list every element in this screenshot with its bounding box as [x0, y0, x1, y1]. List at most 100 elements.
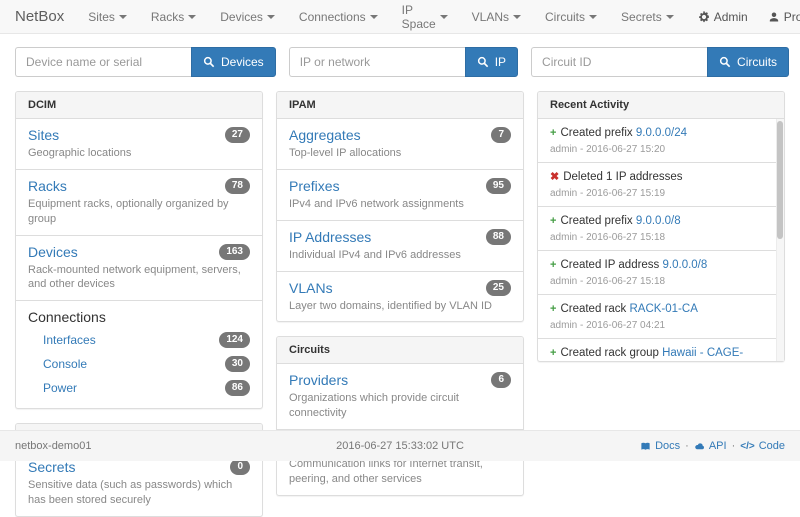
chevron-down-icon	[267, 15, 275, 19]
recent-activity-panel: Recent Activity + Created prefix 9.0.0.0/…	[537, 91, 785, 362]
secrets-count-badge: 0	[230, 459, 250, 475]
list-item-devices: Devices 163 Rack-mounted network equipme…	[16, 235, 262, 301]
prefixes-link[interactable]: Prefixes	[289, 178, 340, 194]
ip-search-button[interactable]: IP	[465, 47, 518, 77]
activity-list[interactable]: + Created prefix 9.0.0.0/24 admin - 2016-…	[538, 119, 784, 361]
chevron-down-icon	[370, 15, 378, 19]
device-search-button-label: Devices	[221, 55, 264, 69]
ip-addresses-link[interactable]: IP Addresses	[289, 229, 371, 245]
circuits-panel-title: Circuits	[277, 337, 523, 364]
api-link[interactable]: API	[694, 440, 727, 452]
scrollbar-thumb[interactable]	[777, 121, 783, 239]
nav-menu-devices[interactable]: Devices	[220, 10, 275, 24]
circuit-search-button-label: Circuits	[737, 55, 777, 69]
plus-icon: +	[550, 127, 556, 139]
nav-menu-racks[interactable]: Racks	[151, 10, 196, 24]
nav-menu-secrets[interactable]: Secrets	[621, 10, 674, 24]
dcim-panel-title: DCIM	[16, 92, 262, 119]
secrets-link[interactable]: Secrets	[28, 459, 75, 475]
brand-link[interactable]: NetBox	[15, 8, 64, 25]
power-link[interactable]: Power	[43, 381, 77, 395]
power-count-badge: 86	[225, 380, 250, 396]
code-icon: </>	[740, 441, 754, 452]
activity-text: Created prefix	[560, 215, 632, 227]
dcim-panel: DCIM Sites 27 Geographic locations Racks…	[15, 91, 263, 409]
nav-menu-label: Sites	[88, 10, 115, 24]
nav-menu-sites[interactable]: Sites	[88, 10, 127, 24]
circuit-search-group: Circuits	[531, 47, 789, 77]
scrollbar-track[interactable]	[776, 119, 784, 361]
racks-link[interactable]: Racks	[28, 178, 67, 194]
connections-row-console: Console 30	[43, 352, 250, 376]
providers-count-badge: 6	[491, 372, 511, 388]
activity-item: +Created rack RACK-01-CA admin - 2016-06…	[538, 294, 784, 338]
aggregates-description: Top-level IP allocations	[289, 146, 511, 161]
devices-link[interactable]: Devices	[28, 244, 78, 260]
ip-search-input[interactable]	[289, 47, 465, 77]
circuit-search-button[interactable]: Circuits	[707, 47, 789, 77]
activity-object-link[interactable]: 9.0.0.0/24	[636, 127, 687, 139]
device-search-button[interactable]: Devices	[191, 47, 276, 77]
console-link[interactable]: Console	[43, 357, 87, 371]
nav-menu-ip-space[interactable]: IP Space	[402, 3, 448, 31]
nav-menu-circuits[interactable]: Circuits	[545, 10, 597, 24]
activity-item: +Created prefix 9.0.0.0/8 admin - 2016-0…	[538, 206, 784, 250]
secrets-description: Sensitive data (such as passwords) which…	[28, 478, 250, 508]
devices-description: Rack-mounted network equipment, servers,…	[28, 263, 250, 293]
activity-text: Created rack group	[560, 347, 658, 359]
plus-icon: +	[550, 259, 556, 271]
chevron-down-icon	[440, 15, 448, 19]
recent-activity-title: Recent Activity	[538, 92, 784, 119]
providers-link[interactable]: Providers	[289, 372, 348, 388]
plus-icon: +	[550, 215, 556, 227]
activity-object-link[interactable]: RACK-01-CA	[629, 303, 697, 315]
circuits-description: Communication links for Internet transit…	[289, 457, 511, 487]
ip-addresses-count-badge: 88	[486, 229, 511, 245]
activity-text: Deleted 1 IP addresses	[563, 171, 682, 183]
nav-menu-vlans[interactable]: VLANs	[472, 10, 521, 24]
list-item-providers: Providers 6 Organizations which provide …	[277, 364, 523, 429]
api-label: API	[709, 440, 727, 452]
column-activity: Recent Activity + Created prefix 9.0.0.0/…	[537, 91, 785, 362]
activity-meta: admin - 2016-06-27 15:19	[550, 188, 764, 199]
vlans-description: Layer two domains, identified by VLAN ID	[289, 299, 511, 314]
separator: ·	[685, 440, 689, 452]
vlans-count-badge: 25	[486, 280, 511, 296]
sites-description: Geographic locations	[28, 146, 250, 161]
connections-row-interfaces: Interfaces 124	[43, 328, 250, 352]
footer: netbox-demo01 2016-06-27 15:33:02 UTC Do…	[0, 430, 800, 461]
profile-link[interactable]: Profile	[768, 10, 800, 24]
activity-object-link[interactable]: 9.0.0.0/8	[663, 259, 708, 271]
nav-menus: Sites Racks Devices Connections IP Space…	[88, 3, 698, 31]
list-item-racks: Racks 78 Equipment racks, optionally org…	[16, 169, 262, 235]
racks-description: Equipment racks, optionally organized by…	[28, 197, 250, 227]
activity-meta: admin - 2016-06-27 15:18	[550, 276, 764, 287]
vlans-link[interactable]: VLANs	[289, 280, 333, 296]
footer-hostname: netbox-demo01	[15, 440, 91, 452]
activity-object-link[interactable]: 9.0.0.0/8	[636, 215, 681, 227]
chevron-down-icon	[188, 15, 196, 19]
ip-addresses-description: Individual IPv4 and IPv6 addresses	[289, 248, 511, 263]
code-link[interactable]: </> Code	[740, 440, 785, 452]
activity-text: Created rack	[560, 303, 626, 315]
aggregates-link[interactable]: Aggregates	[289, 127, 361, 143]
activity-item: +Created prefix 9.0.0.0/24 admin - 2016-…	[538, 119, 784, 162]
prefixes-count-badge: 95	[486, 178, 511, 194]
cloud-icon	[694, 441, 705, 452]
interfaces-link[interactable]: Interfaces	[43, 333, 96, 347]
user-icon	[768, 11, 780, 23]
sites-link[interactable]: Sites	[28, 127, 59, 143]
activity-item: ✖Deleted 1 IP addresses admin - 2016-06-…	[538, 162, 784, 206]
docs-link[interactable]: Docs	[640, 440, 680, 452]
sites-count-badge: 27	[225, 127, 250, 143]
nav-menu-connections[interactable]: Connections	[299, 10, 378, 24]
nav-menu-label: Racks	[151, 10, 184, 24]
admin-link[interactable]: Admin	[698, 10, 748, 24]
providers-description: Organizations which provide circuit conn…	[289, 391, 511, 421]
list-item-vlans: VLANs 25 Layer two domains, identified b…	[277, 271, 523, 322]
circuit-search-input[interactable]	[531, 47, 707, 77]
device-search-input[interactable]	[15, 47, 191, 77]
activity-text: Created IP address	[560, 259, 659, 271]
chevron-down-icon	[666, 15, 674, 19]
search-row: Devices IP Circuits	[0, 34, 800, 77]
